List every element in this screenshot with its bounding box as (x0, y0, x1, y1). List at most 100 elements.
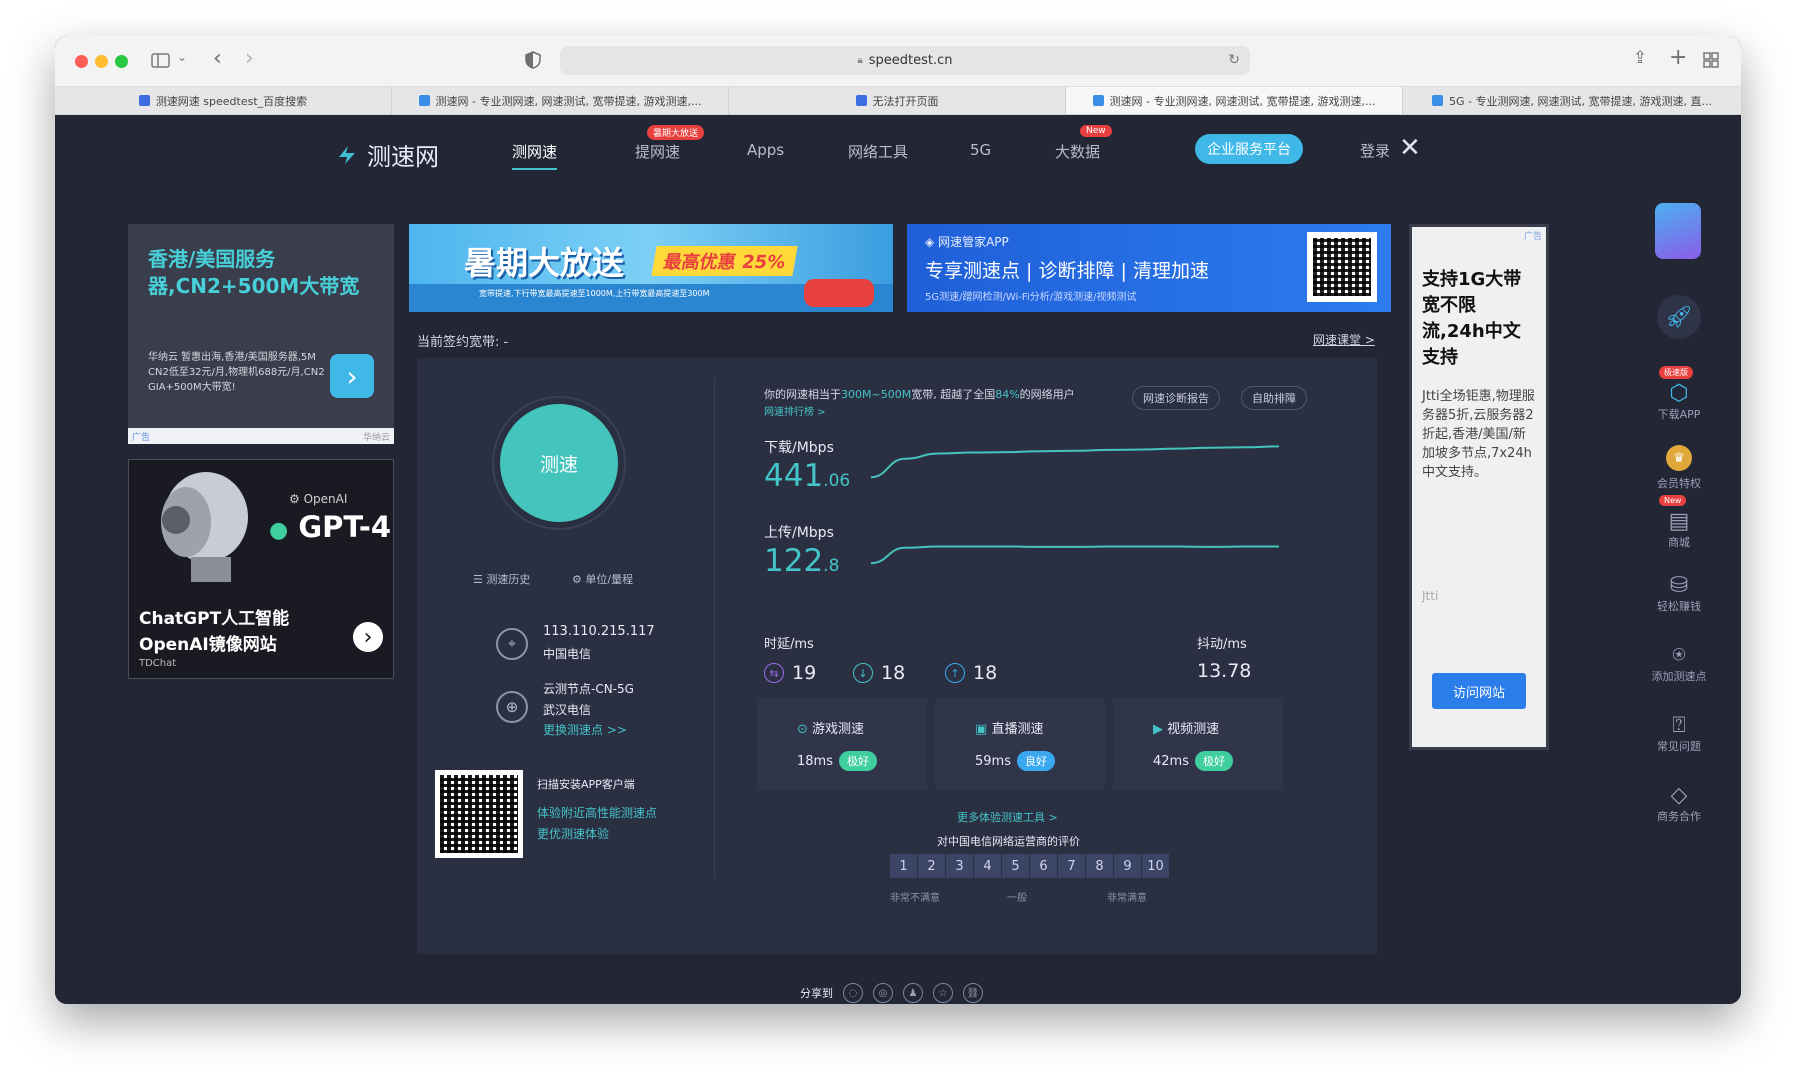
ad-banner-summer[interactable]: 暑期大放送 最高优惠 25% 宽带提速,下行带宽最高提速至1000M,上行带宽最… (409, 224, 893, 312)
summary-range: 300M~500M (841, 388, 912, 401)
ping-value: 19 (792, 662, 817, 684)
card-status-badge: 良好 (1017, 751, 1055, 771)
sidebar-earn[interactable]: ⛁ 轻松赚钱 (1651, 573, 1707, 614)
sidebar-vip[interactable]: ♛ 会员特权 (1651, 445, 1707, 491)
more-tools-link[interactable]: 更多体验测速工具 > (957, 809, 1058, 825)
copy-link-icon[interactable]: ⛓ (963, 983, 983, 1003)
sidebar-label: 商务合作 (1657, 810, 1701, 823)
nav-tools[interactable]: 网络工具 (848, 141, 908, 162)
nav-speedtest[interactable]: 测网速 (512, 141, 558, 170)
ping-up-value: 18 (973, 662, 998, 684)
rating-option[interactable]: 4 (974, 854, 1001, 878)
share-icon[interactable]: ⇪ (1633, 48, 1647, 68)
minimize-window-button[interactable] (95, 55, 108, 68)
nav-apps[interactable]: Apps (747, 141, 784, 159)
rocket-icon[interactable]: 🚀︎ (1657, 295, 1701, 339)
speed-summary: 你的网速相当于300M~500M宽带, 超越了全国84%的网络用户 (764, 386, 1075, 402)
weibo-icon[interactable]: ◎ (873, 983, 893, 1003)
ad-arrow-button[interactable]: › (330, 354, 374, 398)
browser-tab-active[interactable]: 测速网 - 专业测网速, 网速测试, 宽带提速, 游戏测速,... (1066, 87, 1403, 114)
card-status-badge: 极好 (1195, 751, 1233, 771)
speed-class-link[interactable]: 网速课堂 > (1313, 331, 1375, 348)
download-int: 441 (764, 458, 824, 494)
self-troubleshoot-button[interactable]: 自助排障 (1241, 386, 1307, 410)
page-content: 测速网 测网速 提网速 暑期大放送 Apps 网络工具 5G 大数据 New 企… (55, 115, 1741, 1004)
ping-upload: ↑ 18 (945, 662, 997, 684)
ad-brand: 华纳云 (362, 433, 390, 443)
rating-option[interactable]: 6 (1030, 854, 1057, 878)
nav-5g[interactable]: 5G (970, 141, 991, 159)
ad-arrow-button[interactable]: › (353, 622, 383, 652)
qq-icon[interactable]: ♟ (903, 983, 923, 1003)
diagnosis-report-button[interactable]: 网速诊断报告 (1132, 386, 1220, 410)
visit-site-button[interactable]: 访问网站 (1432, 673, 1526, 709)
sidebar-download-app[interactable]: ⬡ 下载APP (1651, 381, 1707, 422)
ad-left-server[interactable]: 香港/美国服务器,CN2+500M大带宽 华纳云 暂惠出海,香港/美国服务器,5… (128, 224, 394, 444)
browser-tab[interactable]: 5G - 专业测网速, 网速测试, 宽带提速, 游戏测速, 直... (1403, 87, 1741, 114)
change-server-link[interactable]: 更换测速点 >> (543, 721, 627, 738)
start-test-button[interactable]: 测速 (500, 404, 618, 522)
rating-option[interactable]: 9 (1114, 854, 1141, 878)
sidebar-add-node[interactable]: ⍟ 添加测速点 (1651, 643, 1707, 684)
browser-tab[interactable]: 测速网 - 专业测网速, 网速测试, 宽带提速, 游戏测速,... (392, 87, 729, 114)
history-icon: ☰ (473, 573, 483, 586)
rating-option[interactable]: 1 (890, 854, 917, 878)
nav-boost[interactable]: 提网速 (635, 141, 680, 162)
zoom-window-button[interactable] (115, 55, 128, 68)
site-logo[interactable]: 测速网 (335, 137, 439, 172)
download-dec: .06 (823, 471, 851, 491)
ad-left-gpt[interactable]: ⚙ OpenAI ● GPT-4 ChatGPT人工智能 OpenAI镜像网站 … (128, 459, 394, 679)
nav-bigdata[interactable]: 大数据 (1055, 141, 1100, 162)
browser-tab[interactable]: 无法打开页面 (729, 87, 1066, 114)
privacy-shield-icon[interactable] (525, 51, 541, 69)
browser-tab[interactable]: 测速网速 speedtest_百度搜索 (55, 87, 392, 114)
new-tab-icon[interactable]: + (1669, 45, 1687, 70)
rating-option[interactable]: 2 (918, 854, 945, 878)
login-link[interactable]: 登录 (1360, 140, 1390, 161)
wechat-icon[interactable]: ◌ (843, 983, 863, 1003)
units-range-button[interactable]: ⚙ 单位/量程 (572, 571, 633, 587)
ad-right-jtti[interactable]: 广告 支持1G大带宽不限流,24h中文支持 Jtti全场钜惠,物理服务器5折,云… (1409, 224, 1549, 750)
ip-address: 113.110.215.117 (543, 624, 655, 639)
reload-icon[interactable]: ↻ (1228, 52, 1240, 68)
sidebar-business[interactable]: ◇ 商务合作 (1651, 783, 1707, 824)
close-window-button[interactable] (75, 55, 88, 68)
sidebar-toggle-icon[interactable] (151, 52, 171, 70)
address-bar[interactable]: 🔒︎ speedtest.cn ↻ (560, 46, 1250, 75)
ping-idle-icon: ⇆ (764, 663, 784, 683)
rating-high-label: 非常满意 (1107, 893, 1147, 904)
android-icon: ⬡ (1669, 381, 1689, 406)
tab-overview-icon[interactable] (1703, 52, 1719, 68)
video-icon: ▶ (1153, 722, 1163, 737)
sidebar-store[interactable]: ▤ 商城 (1651, 509, 1707, 550)
qzone-star-icon[interactable]: ☆ (933, 983, 953, 1003)
speed-ranking-link[interactable]: 网速排行榜 > (764, 403, 826, 418)
video-test-card[interactable]: ▶ 视频测速 42ms 极好 (1113, 698, 1283, 790)
summary-percent: 84% (995, 388, 1020, 401)
upload-series-line (870, 545, 1279, 565)
forward-icon[interactable]: › (245, 46, 254, 71)
sidebar-faq[interactable]: ⍰ 常见问题 (1651, 713, 1707, 754)
rating-option[interactable]: 5 (1002, 854, 1029, 878)
game-test-card[interactable]: ⊙ 游戏测速 18ms 极好 (757, 698, 927, 790)
openai-brand-text: OpenAI (303, 492, 348, 506)
rating-option[interactable]: 7 (1058, 854, 1085, 878)
rating-option[interactable]: 10 (1142, 854, 1169, 878)
card-title: ⊙ 游戏测速 (797, 718, 864, 737)
download-value: 441.06 (764, 458, 850, 494)
enterprise-button[interactable]: 企业服务平台 (1195, 134, 1303, 164)
upload-chart (870, 545, 1279, 565)
back-icon[interactable]: ‹ (213, 46, 222, 71)
sidebar-menu-chevron-icon[interactable]: ⌄ (177, 50, 187, 64)
test-history-button[interactable]: ☰ 测速历史 (473, 571, 530, 587)
sidebar-label: 轻松赚钱 (1657, 600, 1701, 613)
speedtest-favicon-icon (1432, 95, 1444, 106)
close-icon[interactable]: ✕ (1399, 133, 1421, 163)
rating-option[interactable]: 3 (946, 854, 973, 878)
ping-down-value: 18 (881, 662, 906, 684)
rating-option[interactable]: 8 (1086, 854, 1113, 878)
sidebar-promo-icon[interactable] (1655, 203, 1701, 259)
sidebar-label: 下载APP (1657, 408, 1701, 421)
ad-banner-app[interactable]: ◈ 网速管家APP 专享测速点 | 诊断排障 | 清理加速 5G测速/蹭网检测/… (907, 224, 1391, 312)
live-test-card[interactable]: ▣ 直播测速 59ms 良好 (935, 698, 1105, 790)
